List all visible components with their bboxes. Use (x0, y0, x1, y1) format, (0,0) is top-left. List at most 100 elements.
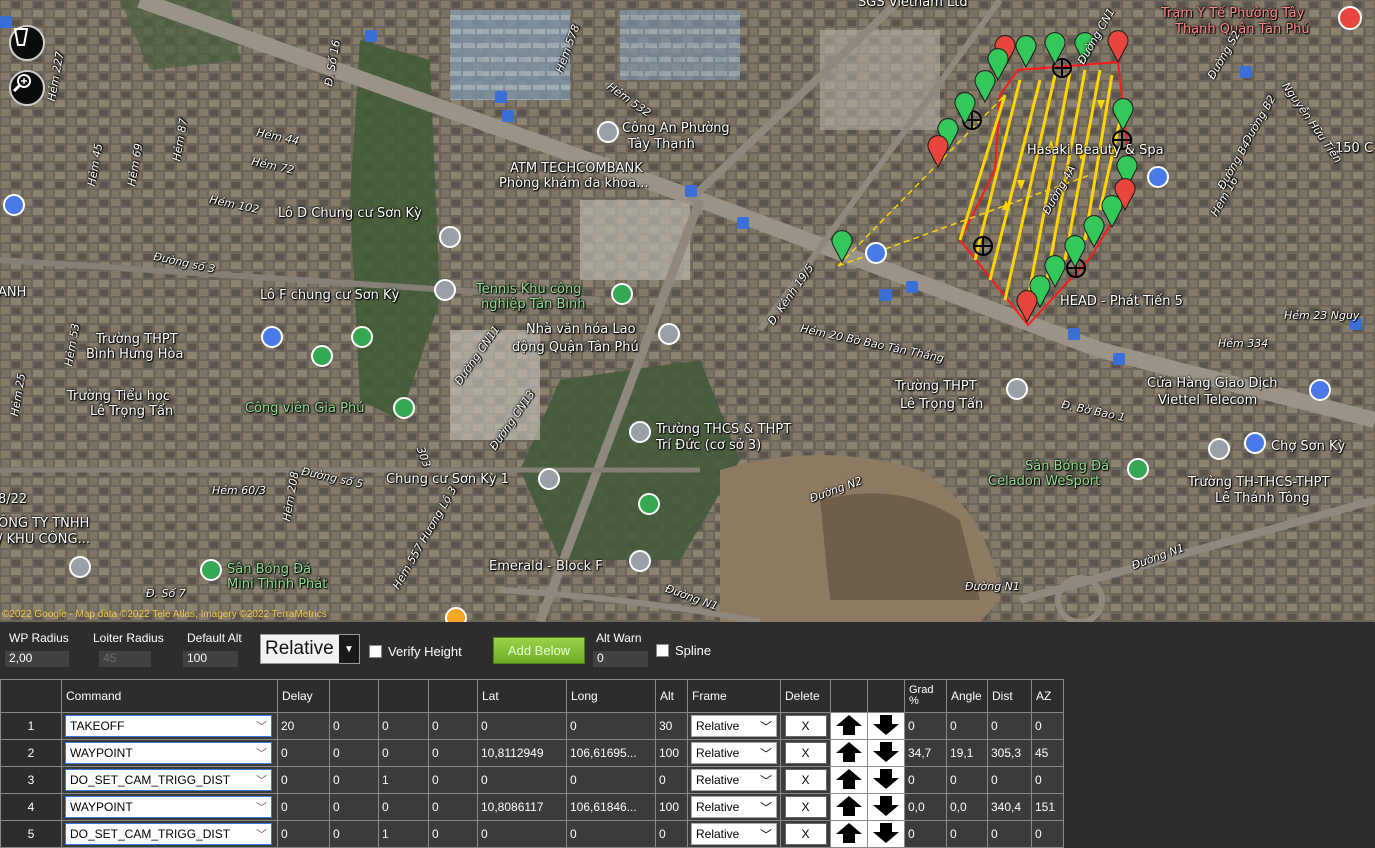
lat-cell[interactable]: 0 (477, 712, 567, 740)
col-header-delete[interactable]: Delete (780, 679, 831, 713)
param3-cell[interactable]: 1 (378, 766, 429, 794)
param4-cell[interactable]: 0 (428, 766, 478, 794)
lat-cell[interactable]: 0 (477, 766, 567, 794)
alt-warn-input[interactable]: 0 (593, 651, 648, 667)
param3-cell[interactable]: 1 (378, 820, 429, 848)
chevron-down-icon[interactable]: ﹀ (256, 826, 267, 842)
col-header-lat[interactable]: Lat (477, 679, 567, 713)
delay-cell[interactable]: 0 (277, 766, 330, 794)
col-header-angle[interactable]: Angle (946, 679, 988, 713)
param2-cell[interactable]: 0 (329, 712, 379, 740)
frame-cell[interactable]: Relative ﹀ (687, 793, 781, 821)
delete-button[interactable]: X (784, 796, 827, 818)
frame-cell[interactable]: Relative ﹀ (687, 739, 781, 767)
chevron-down-icon[interactable]: ﹀ (256, 772, 267, 788)
delay-cell[interactable]: 20 (277, 712, 330, 740)
table-row[interactable]: 3 DO_SET_CAM_TRIGG_DIST ﹀ 0 0 1 0 0 0 0 R… (0, 766, 1064, 794)
checkbox-icon[interactable] (369, 645, 382, 658)
map-view[interactable]: SGS Vietnam Ltd Trạm Y Tế Phường Tây Thạnh… (0, 0, 1375, 622)
command-select[interactable]: DO_SET_CAM_TRIGG_DIST ﹀ (65, 823, 272, 845)
command-cell[interactable]: WAYPOINT ﹀ (61, 793, 278, 821)
delete-button[interactable]: X (784, 715, 827, 737)
move-up-icon[interactable] (830, 793, 868, 821)
lat-cell[interactable]: 10,8112949 (477, 739, 567, 767)
move-down-icon[interactable] (867, 820, 905, 848)
frame-select[interactable]: Relative ﹀ (691, 715, 777, 737)
table-row[interactable]: 5 DO_SET_CAM_TRIGG_DIST ﹀ 0 0 1 0 0 0 0 R… (0, 820, 1064, 848)
command-cell[interactable]: DO_SET_CAM_TRIGG_DIST ﹀ (61, 820, 278, 848)
frame-cell[interactable]: Relative ﹀ (687, 766, 781, 794)
zoom-in-icon[interactable] (9, 70, 45, 106)
measure-tool-icon[interactable] (9, 25, 45, 61)
table-row[interactable]: 1 TAKEOFF ﹀ 20 0 0 0 0 0 30 Relative ﹀ X 0… (0, 712, 1064, 740)
lat-cell[interactable]: 10,8086117 (477, 793, 567, 821)
chevron-down-icon[interactable]: ﹀ (256, 745, 267, 761)
verify-height-checkbox[interactable]: Verify Height (369, 644, 462, 659)
param4-cell[interactable]: 0 (428, 739, 478, 767)
chevron-down-icon[interactable]: ﹀ (256, 718, 267, 734)
move-up-icon[interactable] (830, 712, 868, 740)
move-down-icon[interactable] (867, 712, 905, 740)
long-cell[interactable]: 0 (566, 766, 656, 794)
move-up-icon[interactable] (830, 766, 868, 794)
long-cell[interactable]: 106,61846... (566, 793, 656, 821)
col-header-az[interactable]: AZ (1031, 679, 1064, 713)
frame-cell[interactable]: Relative ﹀ (687, 712, 781, 740)
delete-button[interactable]: X (784, 769, 827, 791)
param4-cell[interactable]: 0 (428, 712, 478, 740)
long-cell[interactable]: 106,61695... (566, 739, 656, 767)
col-header-long[interactable]: Long (566, 679, 656, 713)
table-row[interactable]: 2 WAYPOINT ﹀ 0 0 0 0 10,8112949 106,61695… (0, 739, 1064, 767)
col-header-dist[interactable]: Dist (987, 679, 1032, 713)
col-header-grad[interactable]: Grad % (904, 679, 947, 713)
col-header-param4[interactable] (428, 679, 478, 713)
command-select[interactable]: WAYPOINT ﹀ (65, 742, 272, 764)
alt-cell[interactable]: 100 (655, 739, 688, 767)
command-cell[interactable]: WAYPOINT ﹀ (61, 739, 278, 767)
chevron-down-icon[interactable]: ﹀ (760, 745, 772, 762)
chevron-down-icon[interactable]: ﹀ (760, 772, 772, 789)
col-header-alt[interactable]: Alt (655, 679, 688, 713)
command-select[interactable]: TAKEOFF ﹀ (65, 715, 272, 737)
alt-cell[interactable]: 30 (655, 712, 688, 740)
move-down-icon[interactable] (867, 766, 905, 794)
delay-cell[interactable]: 0 (277, 739, 330, 767)
frame-cell[interactable]: Relative ﹀ (687, 820, 781, 848)
delete-cell[interactable]: X (780, 712, 831, 740)
delete-cell[interactable]: X (780, 820, 831, 848)
long-cell[interactable]: 0 (566, 820, 656, 848)
frame-select[interactable]: Relative ﹀ (691, 742, 777, 764)
alt-cell[interactable]: 100 (655, 793, 688, 821)
param3-cell[interactable]: 0 (378, 739, 429, 767)
lat-cell[interactable]: 0 (477, 820, 567, 848)
param4-cell[interactable]: 0 (428, 793, 478, 821)
col-header-delay[interactable]: Delay (277, 679, 330, 713)
delete-button[interactable]: X (784, 742, 827, 764)
delete-button[interactable]: X (784, 823, 827, 845)
col-header-frame[interactable]: Frame (687, 679, 781, 713)
table-row[interactable]: 4 WAYPOINT ﹀ 0 0 0 0 10,8086117 106,61846… (0, 793, 1064, 821)
command-cell[interactable]: TAKEOFF ﹀ (61, 712, 278, 740)
col-header-param2[interactable] (329, 679, 379, 713)
long-cell[interactable]: 0 (566, 712, 656, 740)
checkbox-icon[interactable] (656, 644, 669, 657)
delete-cell[interactable]: X (780, 739, 831, 767)
altitude-frame-select[interactable]: Relative ▼ (260, 634, 360, 664)
add-below-button[interactable]: Add Below (493, 637, 585, 664)
wp-radius-input[interactable]: 2,00 (5, 651, 69, 667)
param2-cell[interactable]: 0 (329, 766, 379, 794)
alt-cell[interactable]: 0 (655, 820, 688, 848)
param3-cell[interactable]: 0 (378, 712, 429, 740)
alt-cell[interactable]: 0 (655, 766, 688, 794)
delete-cell[interactable]: X (780, 766, 831, 794)
delete-cell[interactable]: X (780, 793, 831, 821)
move-up-icon[interactable] (830, 820, 868, 848)
spline-checkbox[interactable]: Spline (656, 643, 711, 658)
command-select[interactable]: DO_SET_CAM_TRIGG_DIST ﹀ (65, 769, 272, 791)
frame-select[interactable]: Relative ﹀ (691, 796, 777, 818)
chevron-down-icon[interactable]: ﹀ (760, 826, 772, 843)
param3-cell[interactable]: 0 (378, 793, 429, 821)
param2-cell[interactable]: 0 (329, 739, 379, 767)
chevron-down-icon[interactable]: ﹀ (256, 799, 267, 815)
default-alt-input[interactable]: 100 (183, 651, 238, 667)
